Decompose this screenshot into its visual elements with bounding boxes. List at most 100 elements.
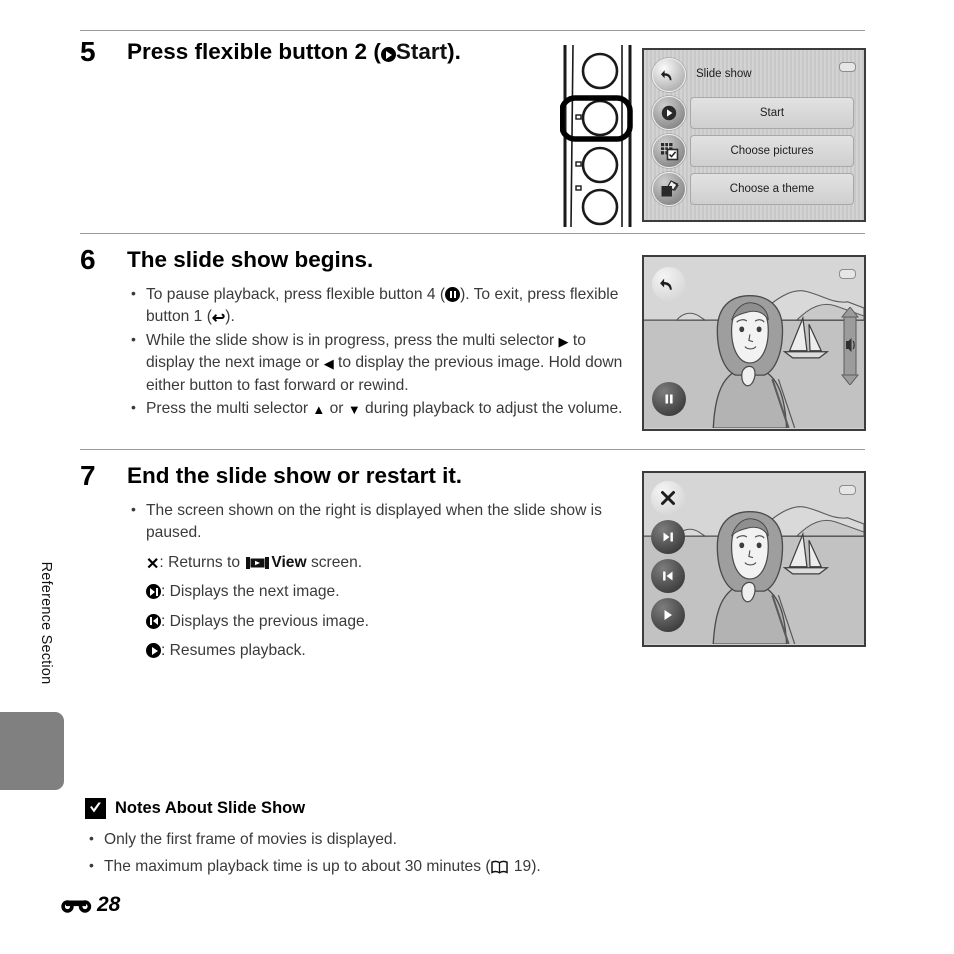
step-divider-7 bbox=[80, 449, 865, 450]
step-7-key-prev: : Displays the previous image. bbox=[127, 611, 635, 633]
notes-item-1: Only the first frame of movies is displa… bbox=[85, 828, 725, 852]
step-7-key-next: : Displays the next image. bbox=[127, 581, 635, 603]
step-5-heading-pre: Press flexible button 2 ( bbox=[127, 39, 381, 64]
back-arrow-icon: ↩ bbox=[211, 310, 226, 328]
reference-section-icon bbox=[61, 900, 92, 913]
triangle-left-icon: ◀ bbox=[323, 356, 334, 372]
step-6-heading: The slide show begins. bbox=[127, 247, 374, 272]
step-7-key-play: : Resumes playback. bbox=[127, 640, 635, 662]
bullet-text: While the slide show is in progress, pre… bbox=[146, 331, 559, 349]
pause-icon[interactable] bbox=[652, 382, 686, 416]
menu-title: Slide show bbox=[696, 68, 752, 80]
triangle-up-icon: ▲ bbox=[312, 402, 326, 418]
choose-theme-glyph bbox=[661, 179, 679, 196]
step-divider-6 bbox=[80, 233, 865, 234]
page-number: 28 bbox=[97, 893, 121, 916]
pause-circle-icon bbox=[445, 287, 461, 302]
menu-item-choose-theme[interactable]: Choose a theme bbox=[652, 172, 856, 206]
manual-page: Reference Section 5 Press flexible butto… bbox=[0, 0, 954, 954]
notes-heading: Notes About Slide Show bbox=[85, 798, 725, 819]
bullet-text: or bbox=[325, 400, 348, 418]
play-icon[interactable] bbox=[652, 96, 686, 130]
key-text: : Resumes playback. bbox=[161, 642, 306, 660]
section-tab-marker bbox=[0, 712, 64, 790]
bullet-text: during playback to adjust the volume. bbox=[360, 400, 623, 418]
checkmark-glyph bbox=[90, 802, 101, 813]
step-7-heading: End the slide show or restart it. bbox=[127, 463, 463, 488]
notes-text: The maximum playback time is up to about… bbox=[104, 857, 491, 875]
slide-show-playback-screen bbox=[642, 255, 866, 431]
slide-show-paused-screen bbox=[642, 471, 866, 647]
back-arrow-glyph bbox=[661, 70, 672, 81]
menu-item-start-label[interactable]: Start bbox=[690, 97, 854, 129]
triangle-right-icon: ▶ bbox=[558, 333, 569, 349]
choose-pictures-icon[interactable] bbox=[652, 134, 686, 168]
back-arrow-icon[interactable] bbox=[652, 267, 686, 301]
camera-body-illustration bbox=[560, 45, 633, 227]
play-circle-icon bbox=[380, 47, 396, 62]
key-text: : Displays the previous image. bbox=[161, 612, 370, 630]
notes-item-2: The maximum playback time is up to about… bbox=[85, 855, 725, 879]
bullet-text: To pause playback, press flexible button… bbox=[146, 286, 446, 303]
slide-show-menu-screen: Slide show Start Choose pictures Choose … bbox=[642, 48, 866, 222]
key-text: : Returns to bbox=[159, 553, 245, 571]
menu-item-choose-pictures-label[interactable]: Choose pictures bbox=[690, 135, 854, 167]
notes-list: Only the first frame of movies is displa… bbox=[85, 828, 725, 879]
step-5-number: 5 bbox=[80, 36, 96, 67]
section-label: Reference Section bbox=[38, 561, 54, 685]
menu-item-start[interactable]: Start bbox=[652, 96, 856, 130]
next-frame-circle-icon bbox=[146, 584, 161, 600]
book-glyph bbox=[490, 860, 508, 874]
notes-heading-text: Notes About Slide Show bbox=[115, 799, 306, 817]
next-frame-icon[interactable] bbox=[651, 520, 685, 554]
notes-text: 19). bbox=[509, 857, 541, 875]
previous-frame-icon[interactable] bbox=[651, 559, 685, 593]
pause-glyph bbox=[665, 394, 673, 404]
step-5-heading-bold: Start bbox=[395, 39, 448, 64]
x-mark-icon[interactable] bbox=[651, 481, 685, 515]
step-6-number: 6 bbox=[80, 244, 96, 275]
menu-item-choose-pictures[interactable]: Choose pictures bbox=[652, 134, 856, 168]
choose-pictures-glyph bbox=[660, 142, 678, 160]
menu-item-choose-theme-label[interactable]: Choose a theme bbox=[690, 173, 854, 205]
view-filmstrip-glyph bbox=[246, 556, 270, 569]
volume-slider[interactable] bbox=[840, 307, 860, 385]
checkmark-box-icon bbox=[85, 798, 106, 819]
choose-theme-icon[interactable] bbox=[652, 172, 686, 206]
step-7-number: 7 bbox=[80, 460, 96, 491]
step-5-heading: Press flexible button 2 ( Start). bbox=[127, 39, 461, 65]
step-5-heading-post: ). bbox=[447, 39, 461, 64]
battery-icon bbox=[839, 269, 856, 279]
step-6-bullet-3: Press the multi selector ▲ or ▼ during p… bbox=[127, 397, 635, 420]
key-text: : Displays the next image. bbox=[161, 583, 340, 601]
previous-frame-glyph bbox=[663, 571, 673, 581]
step-6-bullet-1: To pause playback, press flexible button… bbox=[127, 283, 635, 329]
step-6-bullet-list: To pause playback, press flexible button… bbox=[127, 283, 635, 421]
play-glyph bbox=[661, 105, 677, 121]
play-icon[interactable] bbox=[651, 598, 685, 632]
back-arrow-glyph bbox=[660, 278, 672, 290]
bullet-text: Press the multi selector bbox=[146, 400, 313, 418]
step-7-bullet-1: The screen shown on the right is display… bbox=[127, 499, 635, 545]
x-mark-icon: ✕ bbox=[146, 555, 160, 573]
step-7-body: The screen shown on the right is display… bbox=[127, 499, 635, 663]
notes-section: Notes About Slide Show Only the first fr… bbox=[85, 798, 725, 882]
step-6-body: To pause playback, press flexible button… bbox=[127, 283, 635, 422]
page-footer: 28 bbox=[60, 893, 120, 917]
top-divider bbox=[80, 30, 865, 31]
play-circle-icon bbox=[146, 643, 161, 659]
battery-icon bbox=[839, 485, 856, 495]
previous-frame-circle-icon bbox=[146, 613, 161, 629]
next-frame-glyph bbox=[663, 532, 673, 542]
x-mark-glyph bbox=[661, 491, 675, 505]
bullet-text: ). bbox=[225, 308, 235, 326]
book-icon bbox=[490, 859, 508, 874]
key-text: screen. bbox=[306, 553, 363, 571]
view-filmstrip-icon bbox=[246, 555, 270, 569]
back-arrow-icon[interactable] bbox=[652, 58, 686, 92]
key-bold: View bbox=[271, 553, 307, 571]
step-7-bullet-list: The screen shown on the right is display… bbox=[127, 499, 635, 545]
step-6-bullet-2: While the slide show is in progress, pre… bbox=[127, 329, 635, 397]
triangle-down-icon: ▼ bbox=[347, 402, 361, 418]
step-7-key-x: ✕: Returns to View screen. bbox=[127, 552, 635, 574]
